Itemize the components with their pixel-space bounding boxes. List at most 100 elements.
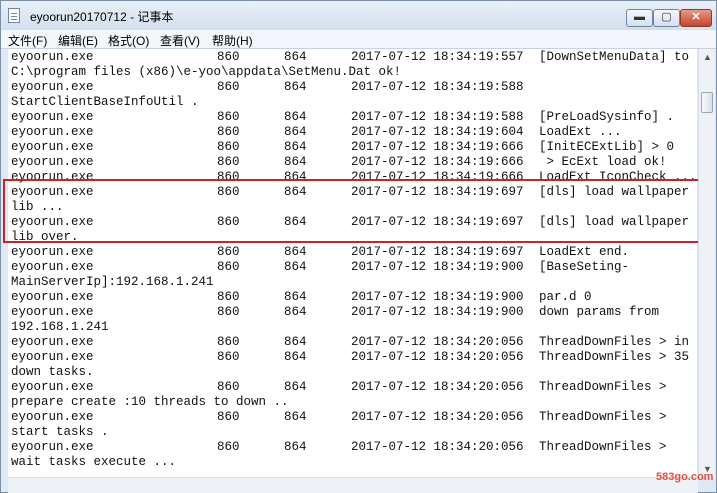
log-process: eyoorun.exe (11, 335, 94, 349)
log-timestamp: 2017-07-12 18:34:19:900 (351, 290, 524, 304)
menu-file[interactable]: 文件(F) (8, 32, 47, 49)
log-message: par.d 0 (539, 290, 592, 304)
log-message: > EcExt load ok! (539, 155, 667, 169)
log-pid: 860 (217, 335, 240, 349)
log-process: eyoorun.exe (11, 155, 94, 169)
log-pid: 860 (217, 245, 240, 259)
log-process: prepare create :10 threads to down .. (11, 395, 289, 409)
log-message: ThreadDownFiles > (539, 380, 667, 394)
log-tid: 864 (284, 50, 307, 64)
log-pid: 860 (217, 290, 240, 304)
log-pid: 860 (217, 410, 240, 424)
menu-bar: 文件(F) 编辑(E) 格式(O) 查看(V) 帮助(H) (1, 30, 716, 49)
log-process: StartClientBaseInfoUtil . (11, 95, 199, 109)
log-timestamp: 2017-07-12 18:34:19:666 (351, 155, 524, 169)
log-timestamp: 2017-07-12 18:34:20:056 (351, 380, 524, 394)
log-message: LoadExt end. (539, 245, 630, 259)
notepad-icon (8, 8, 20, 23)
log-pid: 860 (217, 110, 240, 124)
log-process: 192.168.1.241 (11, 320, 109, 334)
log-process: down tasks. (11, 365, 94, 379)
log-process: eyoorun.exe (11, 110, 94, 124)
log-process: eyoorun.exe (11, 380, 94, 394)
log-tid: 864 (284, 440, 307, 454)
log-process: eyoorun.exe (11, 140, 94, 154)
log-message: LoadExt ... (539, 125, 622, 139)
log-process: eyoorun.exe (11, 305, 94, 319)
log-process: eyoorun.exe (11, 245, 94, 259)
log-pid: 860 (217, 350, 240, 364)
log-process: eyoorun.exe (11, 290, 94, 304)
log-message: ThreadDownFiles > (539, 410, 667, 424)
log-timestamp: 2017-07-12 18:34:19:666 (351, 140, 524, 154)
watermark: 583go.com (656, 471, 714, 483)
maximize-button[interactable]: ▢ (653, 9, 680, 27)
log-process: start tasks . (11, 425, 109, 439)
log-tid: 864 (284, 350, 307, 364)
log-process: eyoorun.exe (11, 350, 94, 364)
log-timestamp: 2017-07-12 18:34:19:900 (351, 305, 524, 319)
log-tid: 864 (284, 80, 307, 94)
log-tid: 864 (284, 335, 307, 349)
log-tid: 864 (284, 140, 307, 154)
menu-help[interactable]: 帮助(H) (212, 32, 253, 49)
scroll-thumb[interactable] (701, 92, 713, 113)
log-tid: 864 (284, 125, 307, 139)
log-process: eyoorun.exe (11, 125, 94, 139)
log-process: wait tasks execute ... (11, 455, 177, 469)
close-button[interactable]: ✕ (680, 9, 712, 27)
log-pid: 860 (217, 155, 240, 169)
log-timestamp: 2017-07-12 18:34:20:056 (351, 410, 524, 424)
log-tid: 864 (284, 410, 307, 424)
log-message: ThreadDownFiles > in (539, 335, 690, 349)
log-pid: 860 (217, 440, 240, 454)
log-timestamp: 2017-07-12 18:34:20:056 (351, 440, 524, 454)
log-process: eyoorun.exe (11, 50, 94, 64)
log-message: down params from (539, 305, 660, 319)
log-message: ThreadDownFiles > 35 (539, 350, 690, 364)
log-pid: 860 (217, 380, 240, 394)
log-tid: 864 (284, 110, 307, 124)
log-message: [BaseSeting- (539, 260, 630, 274)
log-timestamp: 2017-07-12 18:34:19:604 (351, 125, 524, 139)
menu-format[interactable]: 格式(O) (108, 32, 149, 49)
log-pid: 860 (217, 305, 240, 319)
menu-view[interactable]: 查看(V) (160, 32, 200, 49)
log-timestamp: 2017-07-12 18:34:20:056 (351, 335, 524, 349)
highlight-box (3, 179, 700, 243)
log-timestamp: 2017-07-12 18:34:19:557 (351, 50, 524, 64)
log-timestamp: 2017-07-12 18:34:19:900 (351, 260, 524, 274)
log-message: [DownSetMenuData] to (539, 50, 690, 64)
notepad-window: eyoorun20170712 - 记事本 ▬ ▢ ✕ 文件(F) 编辑(E) … (0, 0, 717, 493)
log-timestamp: 2017-07-12 18:34:20:056 (351, 350, 524, 364)
log-pid: 860 (217, 50, 240, 64)
vertical-scrollbar[interactable]: ▲ ▼ (698, 49, 715, 477)
scroll-up-icon[interactable]: ▲ (700, 49, 715, 65)
log-process: MainServerIp]:192.168.1.241 (11, 275, 214, 289)
log-process: eyoorun.exe (11, 80, 94, 94)
log-process: eyoorun.exe (11, 440, 94, 454)
log-process: eyoorun.exe (11, 410, 94, 424)
log-timestamp: 2017-07-12 18:34:19:588 (351, 110, 524, 124)
log-message: ThreadDownFiles > (539, 440, 667, 454)
window-title: eyoorun20170712 - 记事本 (30, 10, 174, 24)
log-tid: 864 (284, 245, 307, 259)
log-pid: 860 (217, 125, 240, 139)
log-tid: 864 (284, 260, 307, 274)
log-process: C:\program files (x86)\e-yoo\appdata\Set… (11, 65, 402, 79)
horizontal-scrollbar[interactable] (8, 477, 698, 493)
log-pid: 860 (217, 260, 240, 274)
log-message: [InitECExtLib] > 0 (539, 140, 675, 154)
menu-edit[interactable]: 编辑(E) (58, 32, 98, 49)
log-tid: 864 (284, 290, 307, 304)
log-process: eyoorun.exe (11, 260, 94, 274)
minimize-button[interactable]: ▬ (626, 9, 653, 27)
text-editor[interactable]: eyoorun.exe 860 864 2017-07-12 18:34:19:557… (8, 49, 697, 477)
log-tid: 864 (284, 305, 307, 319)
log-timestamp: 2017-07-12 18:34:19:697 (351, 245, 524, 259)
title-bar[interactable]: eyoorun20170712 - 记事本 ▬ ▢ ✕ (1, 1, 716, 30)
log-pid: 860 (217, 80, 240, 94)
log-tid: 864 (284, 380, 307, 394)
log-tid: 864 (284, 155, 307, 169)
log-message: [PreLoadSysinfo] . (539, 110, 675, 124)
